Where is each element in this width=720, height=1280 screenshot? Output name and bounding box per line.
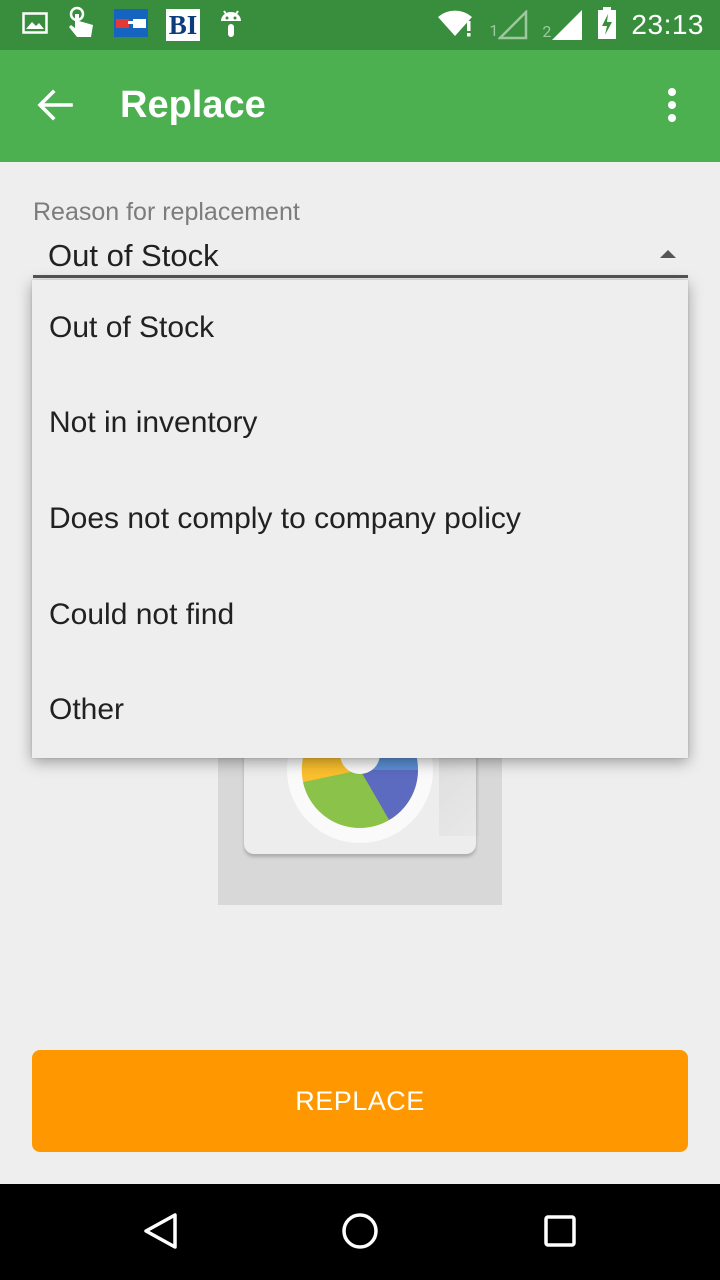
dropdown-option[interactable]: Does not comply to company policy bbox=[32, 471, 688, 567]
sim1-label: 1 bbox=[489, 21, 499, 40]
overflow-menu-button[interactable] bbox=[650, 84, 694, 130]
navigation-bar bbox=[0, 1184, 720, 1280]
android-debug-icon bbox=[218, 7, 244, 43]
more-vert-icon bbox=[667, 88, 677, 126]
notification-icons: BI bbox=[22, 6, 244, 44]
sim2-label: 2 bbox=[542, 22, 552, 41]
glasses-app-icon bbox=[114, 9, 148, 41]
dropdown-option[interactable]: Could not find bbox=[32, 567, 688, 663]
nav-recents-icon bbox=[543, 1214, 577, 1252]
wifi-alert-icon bbox=[437, 9, 475, 41]
back-button[interactable] bbox=[30, 82, 80, 132]
nav-back-icon bbox=[142, 1212, 178, 1254]
sim2-signal-icon: 2 bbox=[542, 9, 583, 41]
battery-charging-icon bbox=[597, 7, 617, 43]
arrow-back-icon bbox=[37, 89, 73, 125]
app-bar: Replace bbox=[0, 50, 720, 162]
bi-app-icon: BI bbox=[166, 9, 200, 41]
dropdown-option[interactable]: Not in inventory bbox=[32, 376, 688, 472]
reason-label: Reason for replacement bbox=[33, 198, 300, 226]
image-icon bbox=[22, 12, 48, 38]
dropdown-option[interactable]: Other bbox=[32, 662, 688, 758]
nav-home-button[interactable] bbox=[335, 1208, 385, 1258]
sim1-signal-icon: 1 bbox=[489, 10, 528, 40]
reason-spinner[interactable]: Out of Stock bbox=[33, 232, 688, 278]
nav-home-icon bbox=[341, 1212, 379, 1254]
system-status-icons: 1 2 23:13 bbox=[437, 7, 704, 43]
dropdown-option[interactable]: Out of Stock bbox=[32, 280, 688, 376]
reason-selected-value: Out of Stock bbox=[48, 238, 219, 273]
clock: 23:13 bbox=[631, 9, 704, 40]
replace-button[interactable]: REPLACE bbox=[32, 1050, 688, 1152]
bi-app-text: BI bbox=[168, 9, 198, 40]
nav-back-button[interactable] bbox=[135, 1208, 185, 1258]
dropdown-arrow-icon bbox=[660, 250, 676, 258]
page-title: Replace bbox=[120, 84, 266, 126]
nav-recents-button[interactable] bbox=[535, 1208, 585, 1258]
spinner-underline bbox=[33, 275, 688, 278]
touch-icon bbox=[66, 6, 96, 44]
reason-dropdown-menu: Out of Stock Not in inventory Does not c… bbox=[32, 280, 688, 758]
status-bar: BI 1 2 23:13 bbox=[0, 0, 720, 50]
